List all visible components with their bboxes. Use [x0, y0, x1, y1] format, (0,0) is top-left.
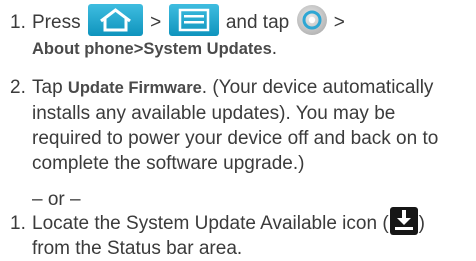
step-2-line-1: Tap Update Firmware. (Your device automa…: [32, 75, 472, 101]
menu-path-about-phone: About phone: [32, 40, 134, 58]
step-1-line-2: About phone>System Updates.: [32, 36, 472, 62]
period: .: [271, 38, 278, 59]
step-2-line-2: installs any available updates). You may…: [32, 103, 396, 124]
settings-icon: [296, 5, 327, 35]
menu-path-separator: >: [133, 40, 144, 58]
step-number: 1.: [10, 12, 26, 33]
press-text: Press: [32, 12, 81, 34]
system-update-download-icon: [389, 206, 418, 235]
locate-text: Locate the System Update Available icon …: [32, 213, 389, 234]
separator: >: [333, 12, 345, 34]
alt-step-1-line-2: from the Status bar area.: [32, 238, 243, 259]
step-number: 1.: [10, 213, 26, 234]
alt-step-1-line-1: Locate the System Update Available icon …: [32, 206, 472, 236]
alt-step-1-locate-icon: 1. Locate the System Update Available ic…: [10, 206, 472, 261]
tap-text: Tap: [32, 77, 63, 98]
update-firmware-label: Update Firmware: [67, 79, 202, 97]
step-2-line-3: required to power your device off and ba…: [32, 128, 439, 149]
step-1-line-1: Press > and tap >: [32, 4, 472, 36]
instructions-document: 1. Press > and tap > About phone>System …: [0, 0, 476, 261]
menu-path-system-updates: System Updates: [143, 40, 272, 58]
step-2-line-1-rest: . (Your device automatically: [201, 77, 434, 98]
close-paren: ): [418, 213, 425, 234]
separator: >: [150, 12, 162, 34]
or-separator: – or –: [32, 189, 81, 210]
step-number: 2.: [10, 77, 26, 98]
step-2-line-4: complete the software upgrade.): [32, 153, 305, 174]
step-2-update-firmware: 2. Tap Update Firmware. (Your device aut…: [10, 75, 472, 176]
and-tap-text: and tap: [225, 12, 290, 34]
home-icon: [87, 4, 143, 36]
step-1-press-home: 1. Press > and tap > About phone>System …: [10, 4, 472, 62]
menu-icon: [168, 4, 219, 36]
